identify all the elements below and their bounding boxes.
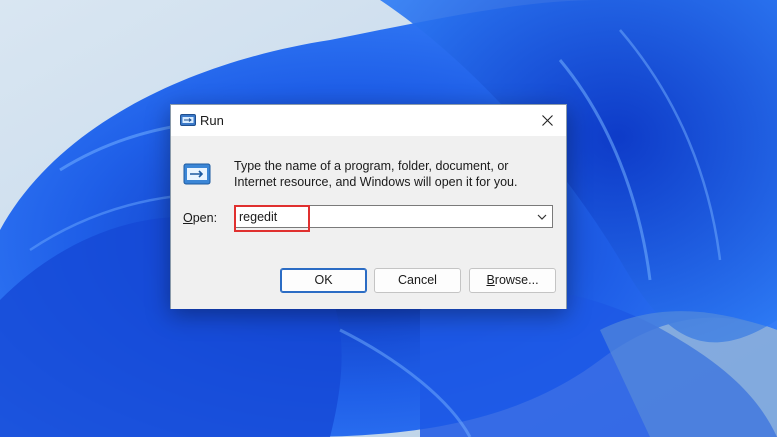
- title-bar[interactable]: Run: [171, 105, 566, 136]
- close-button[interactable]: [528, 105, 566, 136]
- browse-label: rowse...: [494, 273, 539, 287]
- browse-mnemonic: B: [486, 273, 495, 287]
- ok-button[interactable]: OK: [280, 268, 367, 293]
- dialog-title: Run: [200, 113, 224, 128]
- run-program-icon: [183, 163, 211, 185]
- browse-button[interactable]: Browse...: [469, 268, 556, 293]
- cancel-button[interactable]: Cancel: [374, 268, 461, 293]
- open-label-text: pen:: [192, 211, 218, 225]
- dialog-description: Type the name of a program, folder, docu…: [234, 159, 518, 189]
- open-input[interactable]: [239, 207, 529, 226]
- open-combobox[interactable]: [234, 205, 553, 228]
- chevron-down-icon[interactable]: [536, 211, 548, 223]
- open-label: Open:: [183, 211, 217, 225]
- close-icon: [541, 115, 553, 126]
- run-icon: [180, 114, 196, 126]
- button-bar: OK Cancel Browse...: [171, 247, 566, 309]
- run-dialog: Run Type the name of a program, folder, …: [170, 104, 567, 309]
- open-label-mnemonic: O: [183, 211, 193, 225]
